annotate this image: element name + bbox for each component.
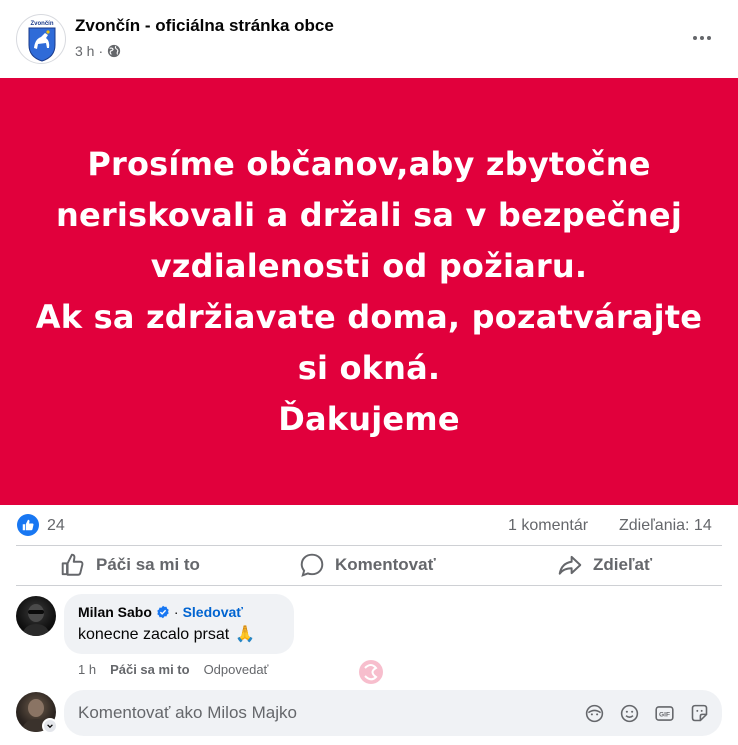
comment-text: konecne zacalo prsat 🙏: [78, 626, 255, 644]
message-line: Ďakujeme: [278, 399, 460, 438]
comment-label: Komentovať: [335, 555, 436, 574]
post-actions: Páči sa mi to Komentovať Zdieľať: [0, 546, 738, 584]
message-line: vzdialenosti od požiaru.: [150, 246, 588, 285]
comment-author-name[interactable]: Milan Sabo: [78, 604, 152, 620]
like-button[interactable]: Páči sa mi to: [60, 546, 200, 584]
shares-count[interactable]: Zdieľania: 14: [619, 517, 712, 535]
comment-actions: 1 h Páči sa mi to Odpovedať: [78, 662, 268, 677]
thumbs-up-icon: [61, 553, 84, 576]
composer-avatar[interactable]: [16, 692, 58, 734]
comment-reply-link[interactable]: Odpovedať: [204, 662, 269, 677]
post-message: Prosíme občanov,aby zbytočne neriskovali…: [19, 139, 719, 445]
divider: [16, 585, 722, 586]
more-options-button[interactable]: [684, 24, 720, 52]
sticker-icon[interactable]: [689, 703, 710, 724]
message-line: neriskovali a držali sa v bezpečnej: [56, 195, 682, 234]
chevron-down-icon[interactable]: [42, 718, 58, 734]
avatar-sticker-icon[interactable]: [584, 703, 605, 724]
share-label: Zdieľať: [593, 555, 653, 574]
svg-text:GIF: GIF: [659, 712, 670, 719]
page-avatar[interactable]: Zvončín: [16, 14, 66, 64]
comment-bubble: Milan Sabo · Sledovať konecne zacalo prs…: [64, 594, 294, 654]
emoji-icon[interactable]: [619, 703, 640, 724]
comment-author-avatar[interactable]: [16, 596, 56, 636]
like-label: Páči sa mi to: [96, 555, 200, 574]
comment-button[interactable]: Komentovať: [299, 546, 436, 584]
share-arrow-icon: [558, 555, 582, 575]
message-line: Ak sa zdržiavate doma, pozatvárajte: [35, 297, 703, 336]
comments-count[interactable]: 1 komentár: [508, 517, 588, 535]
avatar: [22, 604, 50, 636]
comment-body: konecne zacalo prsat: [78, 626, 230, 643]
comment-time[interactable]: 1 h: [78, 662, 96, 677]
speech-bubble-icon: [300, 553, 324, 577]
post-meta: 3 h ·: [75, 43, 121, 59]
more-options-icon: [693, 36, 697, 40]
globe-icon[interactable]: [107, 44, 121, 58]
avatar-caption: Zvončín: [30, 21, 53, 27]
post-time[interactable]: 3 h: [75, 43, 94, 59]
page-name[interactable]: Zvončín - oficiálna stránka obce: [75, 16, 334, 36]
follow-link[interactable]: Sledovať: [183, 604, 243, 620]
like-reaction-icon[interactable]: [17, 514, 39, 536]
separator: ·: [173, 604, 179, 620]
praying-hands-icon: 🙏: [235, 626, 256, 643]
facebook-post: Zvončín Zvončín - oficiálna stránka obce…: [0, 0, 738, 745]
gif-icon[interactable]: GIF: [654, 703, 675, 724]
composer-tools: GIF: [584, 703, 710, 724]
message-line: Prosíme občanov,aby zbytočne: [87, 144, 651, 183]
comment-author-row: Milan Sabo · Sledovať: [78, 604, 243, 620]
post-header: Zvončín Zvončín - oficiálna stránka obce…: [0, 0, 738, 78]
message-line: si okná.: [297, 348, 441, 387]
comment-like-link[interactable]: Páči sa mi to: [110, 662, 189, 677]
post-text-card[interactable]: Prosíme občanov,aby zbytočne neriskovali…: [0, 78, 738, 505]
coat-of-arms-icon: Zvončín: [28, 21, 56, 62]
meta-separator: ·: [98, 43, 104, 59]
verified-badge-icon: [157, 605, 169, 619]
like-count[interactable]: 24: [47, 517, 65, 535]
reactions-bar: 24 1 komentár Zdieľania: 14: [0, 508, 738, 544]
share-button[interactable]: Zdieľať: [557, 546, 652, 584]
